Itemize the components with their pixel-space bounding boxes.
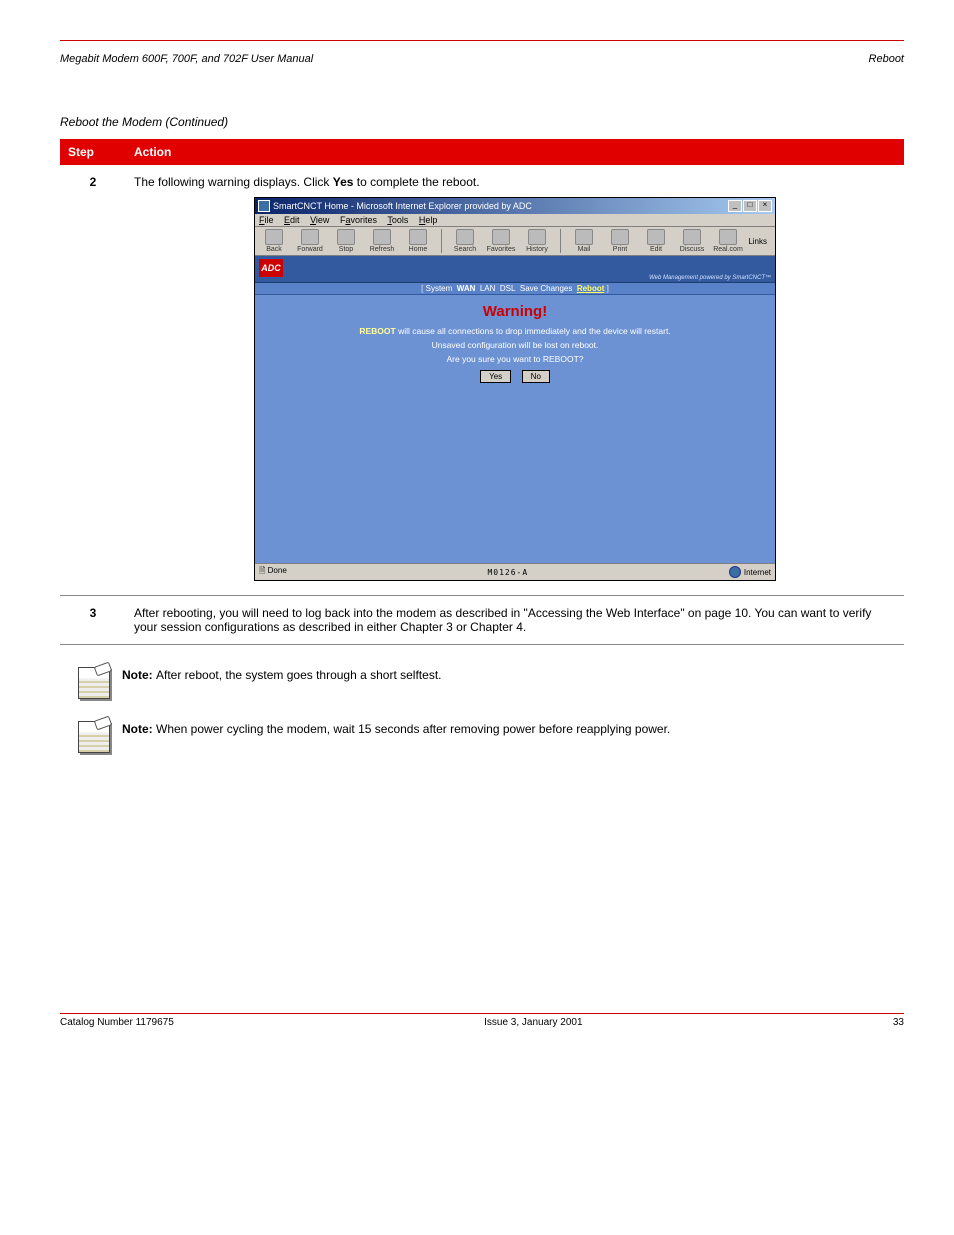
tb-stop[interactable]: Stop <box>331 229 361 253</box>
menu-file[interactable]: File <box>259 215 274 225</box>
step-2-text-after: to complete the reboot. <box>353 175 479 189</box>
footer-left: Catalog Number 1179675 <box>60 1017 174 1028</box>
no-button[interactable]: No <box>522 370 550 383</box>
nav-wan[interactable]: WAN <box>457 284 476 293</box>
warn-line-3: Are you sure you want to REBOOT? <box>255 354 775 364</box>
maximize-button[interactable]: □ <box>743 200 757 212</box>
tb-discuss[interactable]: Discuss <box>677 229 707 253</box>
nav-dsl[interactable]: DSL <box>500 284 516 293</box>
adc-logo: ADC <box>259 259 283 277</box>
nav-band: [ System WAN LAN DSL Save Changes Reboot… <box>255 283 775 295</box>
brand-strip: ADC Web Management powered by SmartCNCT™ <box>255 256 775 283</box>
links-label[interactable]: Links <box>748 237 771 246</box>
mail-icon <box>575 229 593 245</box>
col-step: Step <box>60 139 126 165</box>
tb-mail[interactable]: Mail <box>569 229 599 253</box>
menu-tools[interactable]: Tools <box>387 215 408 225</box>
edit-icon <box>647 229 665 245</box>
status-done: 🗎 Done <box>259 565 287 579</box>
ie-icon <box>258 200 270 212</box>
favorites-icon <box>492 229 510 245</box>
status-bar: 🗎 Done M0126-A Internet <box>255 563 775 580</box>
header-right: Reboot <box>869 53 904 65</box>
warn-line-2: Unsaved configuration will be lost on re… <box>255 340 775 350</box>
tb-real[interactable]: Real.com <box>713 229 743 253</box>
tb-home[interactable]: Home <box>403 229 433 253</box>
search-icon <box>456 229 474 245</box>
window-titlebar: SmartCNCT Home - Microsoft Internet Expl… <box>255 198 775 214</box>
procedure-table: Step Action 2 The following warning disp… <box>60 139 904 645</box>
tb-search[interactable]: Search <box>450 229 480 253</box>
note-1-label: Note: <box>122 668 156 682</box>
note-2: Note: When power cycling the modem, wait… <box>78 721 858 753</box>
note-2-text: When power cycling the modem, wait 15 se… <box>156 722 670 736</box>
footer-center: Issue 3, January 2001 <box>484 1017 582 1028</box>
minimize-button[interactable]: _ <box>728 200 742 212</box>
nav-system[interactable]: System <box>426 284 453 293</box>
stop-icon <box>337 229 355 245</box>
step-2-text-before: The following warning displays. Click <box>134 175 333 189</box>
note-icon <box>78 721 110 753</box>
status-center: M0126-A <box>287 568 729 577</box>
back-icon <box>265 229 283 245</box>
brand-caption: Web Management powered by SmartCNCT™ <box>649 275 771 281</box>
col-action: Action <box>126 139 904 165</box>
step-2-bold: Yes <box>333 175 354 189</box>
page-footer: Catalog Number 1179675 Issue 3, January … <box>60 1014 904 1028</box>
nav-reboot[interactable]: Reboot <box>577 284 605 293</box>
nav-save[interactable]: Save Changes <box>520 284 572 293</box>
print-icon <box>611 229 629 245</box>
real-icon <box>719 229 737 245</box>
toolbar: Back Forward Stop Refresh Home Search Fa… <box>255 227 775 256</box>
embedded-screenshot: SmartCNCT Home - Microsoft Internet Expl… <box>254 197 776 581</box>
warning-heading: Warning! <box>255 303 775 320</box>
tb-forward[interactable]: Forward <box>295 229 325 253</box>
menu-favorites[interactable]: Favorites <box>340 215 377 225</box>
tb-edit[interactable]: Edit <box>641 229 671 253</box>
note-2-label: Note: <box>122 722 156 736</box>
warn-line-1: REBOOT will cause all connections to dro… <box>255 326 775 336</box>
note-icon <box>78 667 110 699</box>
menubar[interactable]: File Edit View Favorites Tools Help <box>255 214 775 227</box>
footer-right: 33 <box>893 1017 904 1028</box>
page-body: Warning! REBOOT will cause all connectio… <box>255 295 775 563</box>
step-3-num: 3 <box>60 596 126 645</box>
warn-line-1-bold: REBOOT <box>359 326 395 336</box>
note-1-text: After reboot, the system goes through a … <box>156 668 441 682</box>
close-button[interactable]: × <box>758 200 772 212</box>
status-zone: Internet <box>729 566 771 578</box>
step-2-cell: The following warning displays. Click Ye… <box>126 165 904 596</box>
procedure-title: Reboot the Modem (Continued) <box>60 115 904 129</box>
forward-icon <box>301 229 319 245</box>
discuss-icon <box>683 229 701 245</box>
refresh-icon <box>373 229 391 245</box>
window-title: SmartCNCT Home - Microsoft Internet Expl… <box>273 201 532 211</box>
tb-history[interactable]: History <box>522 229 552 253</box>
internet-icon <box>729 566 741 578</box>
tb-back[interactable]: Back <box>259 229 289 253</box>
step-3-text: After rebooting, you will need to log ba… <box>126 596 904 645</box>
warn-line-1-rest: will cause all connections to drop immed… <box>396 326 671 336</box>
menu-edit[interactable]: Edit <box>284 215 300 225</box>
yes-button[interactable]: Yes <box>480 370 511 383</box>
tb-print[interactable]: Print <box>605 229 635 253</box>
home-icon <box>409 229 427 245</box>
nav-lan[interactable]: LAN <box>480 284 496 293</box>
history-icon <box>528 229 546 245</box>
menu-help[interactable]: Help <box>419 215 438 225</box>
menu-view[interactable]: View <box>310 215 329 225</box>
header-left: Megabit Modem 600F, 700F, and 702F User … <box>60 53 313 65</box>
tb-favorites[interactable]: Favorites <box>486 229 516 253</box>
note-1: Note: After reboot, the system goes thro… <box>78 667 858 699</box>
tb-refresh[interactable]: Refresh <box>367 229 397 253</box>
step-2-num: 2 <box>60 165 126 596</box>
